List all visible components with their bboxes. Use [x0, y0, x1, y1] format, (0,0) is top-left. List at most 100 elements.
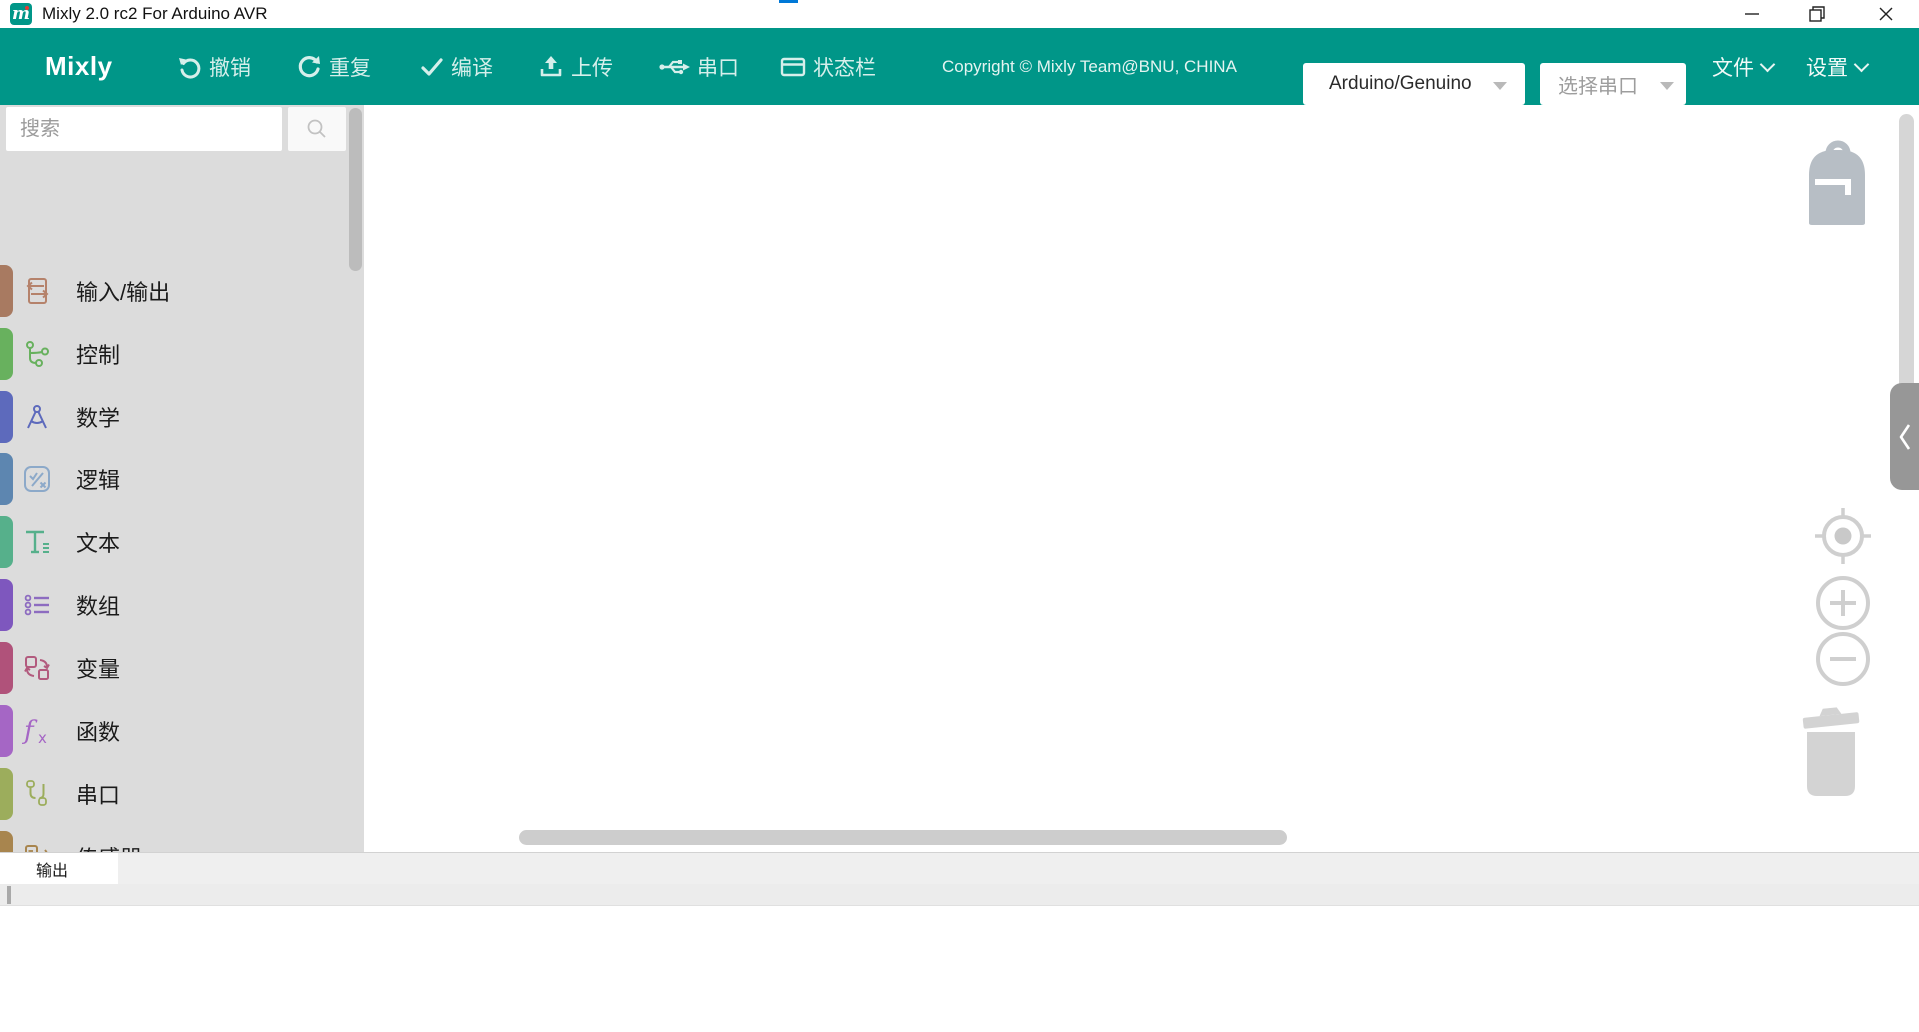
backpack-icon[interactable] [1806, 133, 1868, 232]
undo-label: 撤销 [209, 52, 251, 82]
category-label: 数组 [76, 574, 120, 636]
redo-icon [296, 54, 322, 80]
close-icon [1876, 4, 1896, 24]
category-label: 控制 [76, 323, 120, 385]
file-menu-label: 文件 [1712, 52, 1754, 82]
sidebar-scrollbar[interactable] [349, 108, 362, 271]
mixly-logo-icon: m [10, 3, 32, 25]
category-color-bar [0, 642, 13, 694]
board-select[interactable]: Arduino/Genuino [1303, 63, 1525, 105]
sidebar-item-input-output[interactable]: 输入/输出 [0, 260, 364, 322]
output-console-row[interactable] [0, 884, 1919, 906]
output-caret [7, 886, 11, 904]
swap-icon [22, 653, 52, 683]
fx-icon: ƒ x [22, 716, 52, 746]
search-input[interactable] [6, 107, 282, 151]
restore-button[interactable] [1794, 0, 1840, 28]
center-view-button[interactable] [1811, 504, 1875, 573]
chevron-down-icon [1660, 82, 1674, 90]
trash-icon[interactable] [1797, 706, 1865, 805]
chevron-left-icon [1898, 422, 1912, 452]
undo-icon [176, 54, 202, 80]
zoom-in-icon [1815, 575, 1871, 631]
category-color-bar [0, 705, 13, 757]
redo-label: 重复 [329, 52, 371, 82]
sidebar-item-logic[interactable]: 逻辑 [0, 448, 364, 510]
sidebar-item-variable[interactable]: 变量 [0, 637, 364, 699]
toolbar: Mixly 撤销 重复 编译 上传 [0, 28, 1919, 105]
settings-menu-label: 设置 [1806, 52, 1848, 82]
port-select-placeholder: 选择串口 [1540, 70, 1638, 99]
restore-icon [1807, 4, 1827, 24]
category-label: 文本 [76, 511, 120, 573]
tab-output[interactable]: 输出 [0, 853, 118, 885]
output-console[interactable] [0, 906, 1919, 1032]
output-tab-bar: 输出 [0, 852, 1919, 884]
category-label: 逻辑 [76, 448, 120, 510]
zoom-out-button[interactable] [1815, 631, 1871, 692]
category-label: 变量 [76, 637, 120, 699]
window-icon [780, 55, 806, 79]
mixly-app-window: m Mixly 2.0 rc2 For Arduino AVR Mixly [0, 0, 1919, 1032]
category-color-bar [0, 328, 13, 380]
svg-text:ƒ: ƒ [22, 716, 38, 746]
top-accent-strip [779, 0, 798, 3]
minimize-button[interactable] [1729, 0, 1775, 28]
category-color-bar [0, 768, 13, 820]
serial-upload-label: 上传 [571, 52, 613, 82]
cable-icon [22, 779, 52, 809]
checkbox-icon [22, 464, 52, 494]
chevron-down-icon [1854, 56, 1870, 72]
category-label: 输入/输出 [76, 260, 170, 322]
locate-icon [1811, 504, 1875, 568]
category-color-bar [0, 579, 13, 631]
list-icon [22, 590, 52, 620]
copyright-text: Copyright © Mixly Team@BNU, CHINA [942, 28, 1237, 105]
board-select-value: Arduino/Genuino [1303, 73, 1472, 95]
chevron-down-icon [1493, 82, 1507, 90]
compile-label: 编译 [451, 52, 493, 82]
redo-button[interactable]: 重复 [296, 28, 371, 105]
branch-icon [22, 339, 52, 369]
statusbar-button[interactable]: 状态栏 [780, 28, 876, 105]
sidebar-item-math[interactable]: 数学 [0, 386, 364, 448]
serial-button[interactable]: 串口 [658, 28, 739, 105]
category-label: 串口 [76, 763, 120, 825]
category-color-bar [0, 453, 13, 505]
zoom-in-button[interactable] [1815, 575, 1871, 636]
serial-monitor-label: 串口 [697, 52, 739, 82]
sidebar-item-function[interactable]: ƒ x 函数 [0, 700, 364, 762]
statusbar-label: 状态栏 [813, 52, 876, 82]
brand-label: Mixly [45, 28, 113, 105]
code-panel-toggle[interactable] [1890, 383, 1919, 490]
chevron-down-icon [1760, 56, 1776, 72]
upload-button[interactable]: 上传 [538, 28, 613, 105]
block-category-sidebar: 输入/输出 控制 数学 [0, 105, 364, 852]
output-tab-label: 输出 [36, 857, 68, 881]
workspace-horizontal-scrollbar[interactable] [519, 830, 1287, 845]
titlebar: m Mixly 2.0 rc2 For Arduino AVR [0, 0, 1919, 28]
check-icon [420, 55, 444, 79]
upload-icon [538, 54, 564, 80]
search-icon [304, 116, 330, 142]
category-color-bar [0, 391, 13, 443]
settings-menu[interactable]: 设置 [1806, 28, 1867, 105]
zoom-out-icon [1815, 631, 1871, 687]
sidebar-item-serial[interactable]: 串口 [0, 763, 364, 825]
close-button[interactable] [1863, 0, 1909, 28]
sidebar-item-control[interactable]: 控制 [0, 323, 364, 385]
compass-icon [22, 402, 52, 432]
port-select[interactable]: 选择串口 [1540, 63, 1686, 105]
input-output-icon [22, 276, 52, 306]
compile-button[interactable]: 编译 [420, 28, 493, 105]
usb-icon [658, 55, 690, 79]
category-label: 数学 [76, 386, 120, 448]
blockly-workspace[interactable] [364, 105, 1919, 852]
text-icon [22, 527, 52, 557]
file-menu[interactable]: 文件 [1712, 28, 1773, 105]
search-button[interactable] [288, 107, 346, 151]
undo-button[interactable]: 撤销 [176, 28, 251, 105]
sidebar-item-text[interactable]: 文本 [0, 511, 364, 573]
minimize-icon [1742, 4, 1762, 24]
sidebar-item-array[interactable]: 数组 [0, 574, 364, 636]
